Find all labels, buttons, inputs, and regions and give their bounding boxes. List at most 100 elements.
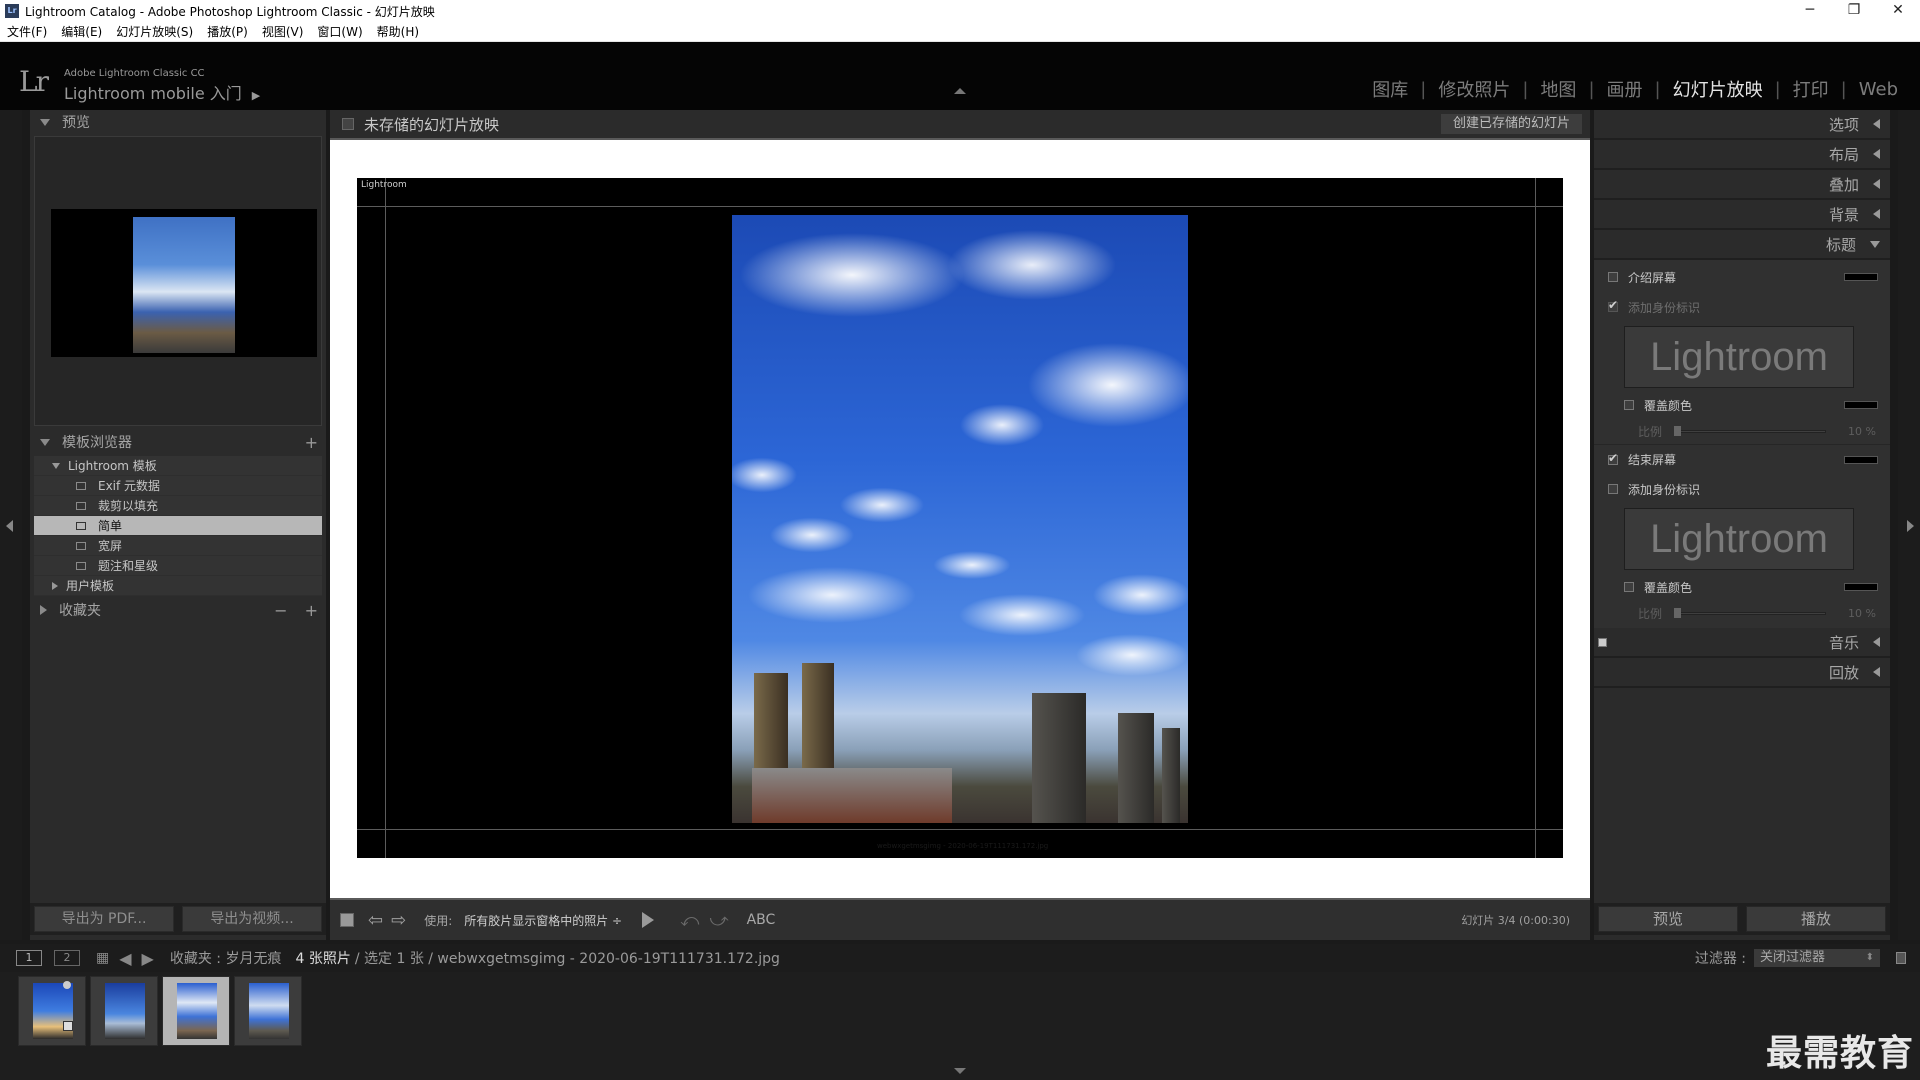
filter-lock-icon[interactable] [1896,952,1906,964]
remove-collection-button[interactable]: − [274,601,287,620]
intro-screen-row[interactable]: 介绍屏幕 [1594,262,1890,292]
scale-slider-track-2[interactable] [1676,612,1826,615]
menu-window[interactable]: 窗口(W) [317,23,362,40]
menu-help[interactable]: 帮助(H) [377,23,419,40]
intro-screen-checkbox[interactable] [1608,272,1618,282]
add-template-button[interactable]: + [305,433,318,452]
template-item-caption-rating[interactable]: 题注和星级 [34,556,322,576]
filmstrip-thumb-3[interactable] [162,976,230,1046]
close-button[interactable]: ✕ [1876,0,1920,22]
preview-button[interactable]: 预览 [1598,906,1738,932]
guide-top[interactable] [357,206,1563,207]
module-develop[interactable]: 修改照片 [1426,76,1522,102]
previous-slide-button[interactable]: ⇦ [368,910,383,931]
template-item-widescreen[interactable]: 宽屏 [34,536,322,556]
left-panel-toggle-strip[interactable] [0,110,22,940]
add-identity-row-2[interactable]: 添加身份标识 [1594,474,1890,504]
rotate-left-button[interactable]: ⤺ [680,910,699,931]
ending-screen-checkbox[interactable] [1608,451,1618,465]
module-map[interactable]: 地图 [1528,76,1588,102]
menu-edit[interactable]: 编辑(E) [61,23,102,40]
intro-color-swatch[interactable] [1844,273,1878,281]
menu-play[interactable]: 播放(P) [207,23,248,40]
module-library[interactable]: 图库 [1360,76,1420,102]
collapse-top-panel-icon[interactable] [954,88,966,94]
preview-panel-header[interactable]: 预览 [30,110,326,134]
scale-slider-knob-2[interactable] [1674,608,1681,618]
stop-icon[interactable] [340,913,354,927]
add-identity-checkbox-1[interactable] [1608,298,1618,312]
menu-slideshow[interactable]: 幻灯片放映(S) [116,23,193,40]
primary-window-button[interactable]: 1 [16,950,42,966]
override-color-checkbox-2[interactable] [1624,582,1634,592]
template-item-simple[interactable]: 简单 [34,516,322,536]
back-arrow-icon[interactable]: ◀ [119,949,131,968]
add-identity-row-1[interactable]: 添加身份标识 [1594,292,1890,322]
section-titles[interactable]: 标题 [1594,230,1890,260]
section-overlays[interactable]: 叠加 [1594,170,1890,200]
folder-lightroom-templates[interactable]: Lightroom 模板 [34,456,322,476]
filter-select[interactable]: 关闭过滤器 [1754,949,1880,967]
template-browser-header[interactable]: 模板浏览器 + [30,430,326,454]
scale-label-2: 比例 [1638,606,1663,621]
module-book[interactable]: 画册 [1595,76,1655,102]
lightroom-mobile-link[interactable]: Lightroom mobile 入门 ▶ [64,80,260,104]
right-panel-toggle-strip[interactable] [1898,110,1920,940]
scale-slider-knob-1[interactable] [1674,426,1681,436]
slide-photo[interactable] [732,215,1188,823]
minimize-button[interactable]: ─ [1788,0,1832,22]
music-toggle-switch[interactable] [1598,638,1607,647]
section-backdrop[interactable]: 背景 [1594,200,1890,230]
guide-bottom[interactable] [357,829,1563,830]
section-layout[interactable]: 布局 [1594,140,1890,170]
guide-left[interactable] [385,178,386,858]
module-web[interactable]: Web [1847,79,1910,100]
module-print[interactable]: 打印 [1781,76,1841,102]
override-color-checkbox-1[interactable] [1624,400,1634,410]
forward-arrow-icon[interactable]: ▶ [142,949,154,968]
menu-file[interactable]: 文件(F) [7,23,47,40]
selection-info[interactable]: / 选定 1 张 / webwxgetmsgimg - 2020-06-19T1… [355,948,780,968]
collapse-bottom-panel-icon[interactable] [954,1068,966,1074]
template-item-exif[interactable]: Exif 元数据 [34,476,322,496]
filmstrip-thumb-1[interactable] [18,976,86,1046]
playback-buttons: 预览 播放 [1594,903,1890,935]
filmstrip-thumb-2[interactable] [90,976,158,1046]
slide-identity-plate[interactable]: Lightroom [361,180,407,190]
play-button[interactable]: 播放 [1746,906,1886,932]
grid-view-icon[interactable]: ▦ [96,950,109,966]
section-playback[interactable]: 回放 [1594,658,1890,688]
maximize-button[interactable]: ❐ [1832,0,1876,22]
filename-caption[interactable]: webwxgetmsgimg - 2020-06-19T111731.172.j… [877,842,1048,850]
collections-header[interactable]: 收藏夹 − + [30,598,326,622]
rotate-right-button[interactable]: ⤻ [709,910,728,931]
export-video-button[interactable]: 导出为视频... [182,906,322,932]
create-saved-slideshow-button[interactable]: 创建已存储的幻灯片 [1440,114,1582,134]
override-color-row-2[interactable]: 覆盖颜色 [1594,574,1890,600]
play-icon[interactable] [642,912,655,928]
override-color-row-1[interactable]: 覆盖颜色 [1594,392,1890,418]
next-slide-button[interactable]: ⇨ [391,910,406,931]
add-text-button[interactable]: ABC [747,912,776,928]
section-options[interactable]: 选项 [1594,110,1890,140]
identity-plate-editor-2[interactable]: Lightroom [1624,508,1854,570]
use-photos-select[interactable]: 所有胶片显示窗格中的照片 ÷ [464,912,622,929]
scale-slider-track-1[interactable] [1676,430,1826,433]
override-color-swatch-2[interactable] [1844,583,1878,591]
menu-view[interactable]: 视图(V) [262,23,304,40]
export-pdf-button[interactable]: 导出为 PDF... [34,906,174,932]
section-music[interactable]: 音乐 [1594,628,1890,658]
filmstrip-thumb-4[interactable] [234,976,302,1046]
identity-plate-editor-1[interactable]: Lightroom [1624,326,1854,388]
add-collection-button[interactable]: + [305,601,318,620]
guide-right[interactable] [1535,178,1536,858]
add-identity-checkbox-2[interactable] [1608,484,1618,494]
module-slideshow[interactable]: 幻灯片放映 [1661,76,1775,102]
folder-user-templates[interactable]: 用户模板 [34,576,322,596]
ending-color-swatch[interactable] [1844,456,1878,464]
secondary-window-button[interactable]: 2 [54,950,80,966]
ending-screen-row[interactable]: 结束屏幕 [1594,444,1890,474]
override-color-swatch-1[interactable] [1844,401,1878,409]
collection-source[interactable]: 收藏夹 : 岁月无痕 [170,948,282,968]
template-item-crop-to-fill[interactable]: 裁剪以填充 [34,496,322,516]
